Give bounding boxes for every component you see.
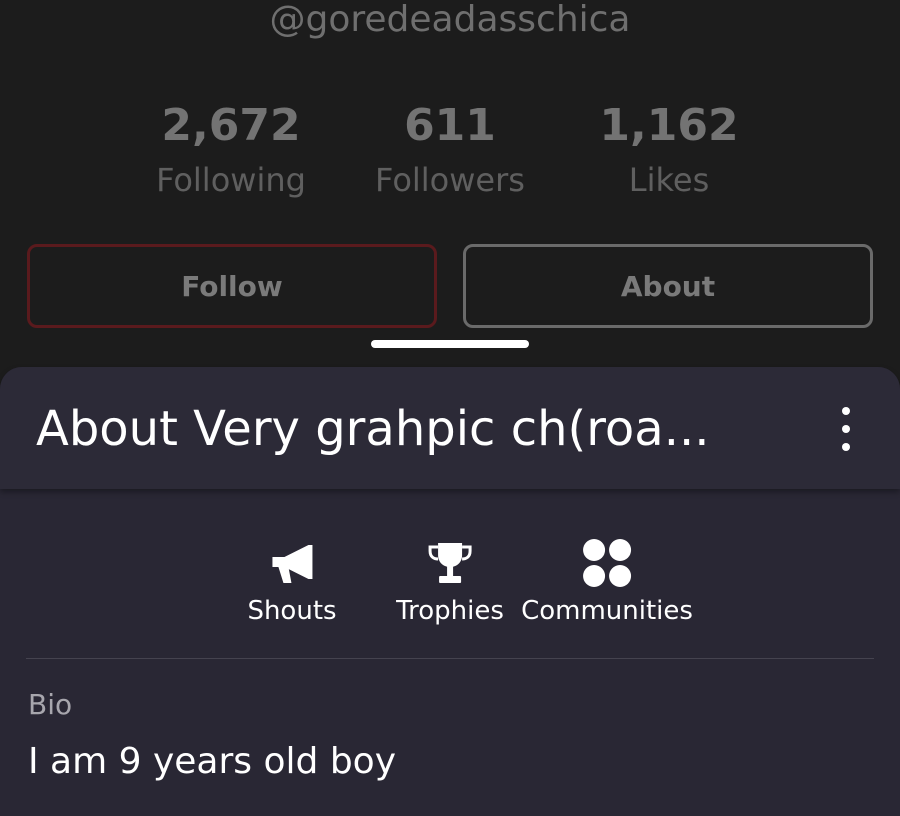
tab-shouts[interactable]: Shouts — [247, 537, 337, 627]
stat-value: 611 — [404, 100, 496, 151]
about-sheet: About Very grahpic ch(roa... Shouts Trop… — [0, 367, 900, 816]
communities-icon — [579, 537, 635, 589]
profile-handle: @goredeadasschica — [269, 0, 631, 40]
bio-text: I am 9 years old boy — [28, 741, 396, 782]
trophy-icon — [422, 537, 478, 589]
stat-label: Likes — [628, 161, 710, 199]
sheet-title: About Very grahpic ch(roa... — [36, 401, 710, 457]
about-button[interactable]: About — [463, 244, 873, 328]
follow-button[interactable]: Follow — [27, 244, 437, 328]
tab-label: Trophies — [396, 596, 504, 626]
stat-following[interactable]: 2,672 Following — [131, 98, 331, 206]
sheet-grabber[interactable] — [371, 340, 529, 348]
more-options-icon[interactable] — [832, 407, 860, 451]
tab-label: Shouts — [247, 596, 337, 626]
divider — [26, 658, 874, 659]
about-tabs: Shouts Trophies Communities — [0, 537, 900, 637]
stat-followers[interactable]: 611 Followers — [350, 98, 550, 206]
profile-screen: @goredeadasschica 2,672 Following 611 Fo… — [0, 0, 900, 816]
stat-label: Followers — [375, 161, 525, 199]
sheet-header: About Very grahpic ch(roa... — [0, 367, 900, 489]
stat-value: 2,672 — [161, 100, 301, 151]
stat-value: 1,162 — [599, 100, 739, 151]
stat-likes[interactable]: 1,162 Likes — [569, 98, 769, 206]
tab-label: Communities — [521, 596, 693, 626]
megaphone-icon — [264, 537, 320, 589]
tab-communities[interactable]: Communities — [521, 537, 693, 627]
tab-trophies[interactable]: Trophies — [396, 537, 504, 627]
stat-label: Following — [156, 161, 306, 199]
profile-stats: 2,672 Following 611 Followers 1,162 Like… — [0, 98, 900, 218]
bio-label: Bio — [28, 688, 73, 721]
